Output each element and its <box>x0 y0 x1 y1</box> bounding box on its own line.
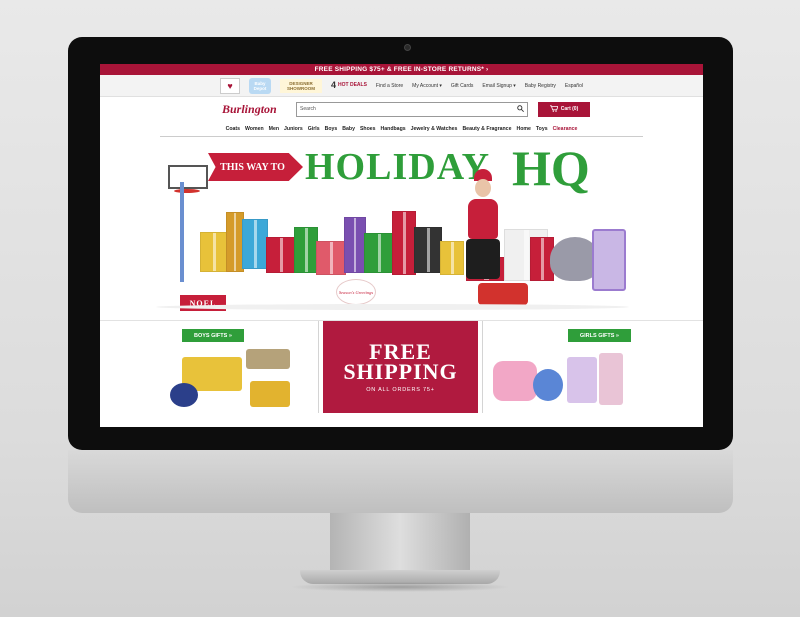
gift-box <box>440 241 464 275</box>
cart-label: Cart (0) <box>560 106 579 112</box>
free-line-2: SHIPPING <box>343 358 458 384</box>
gift-box <box>266 237 296 273</box>
girls-gifts-button[interactable]: GIRLS GIFTS » <box>567 329 631 342</box>
nav-item-jewelry-watches[interactable]: Jewelry & Watches <box>411 126 458 132</box>
free-shipping-panel[interactable]: FREE SHIPPING ON ALL ORDERS 75+ <box>323 321 478 413</box>
panel-divider <box>318 321 320 413</box>
site-header: Burlington Search Cart (0) <box>100 97 703 121</box>
red-sweater <box>468 199 498 239</box>
promo-bar[interactable]: FREE SHIPPING $75+ & FREE IN-STORE RETUR… <box>100 64 703 75</box>
cart-icon <box>549 104 559 114</box>
plush-toy <box>532 369 563 401</box>
cart-button[interactable]: Cart (0) <box>538 101 590 117</box>
girls-gifts-panel[interactable]: GIRLS GIFTS » <box>486 321 641 413</box>
espanol-link[interactable]: Español <box>565 83 583 89</box>
nav-item-women[interactable]: Women <box>245 126 264 132</box>
nav-item-beauty-fragrance[interactable]: Beauty & Fragrance <box>462 126 511 132</box>
nav-item-shoes[interactable]: Shoes <box>360 126 376 132</box>
gift-box <box>316 241 346 275</box>
woman-model <box>464 169 502 281</box>
burlington-logo[interactable]: Burlington <box>222 102 286 117</box>
toy-truck <box>478 283 528 305</box>
my-account-link[interactable]: My Account ▾ <box>412 83 442 89</box>
legs <box>466 239 500 279</box>
gift-box <box>414 227 442 273</box>
hot-deals-label: HOT DEALS <box>338 82 367 88</box>
this-way-to-sign: THIS WAY TO <box>208 153 303 181</box>
gift-box <box>242 219 268 269</box>
basketball-rim <box>174 189 200 193</box>
helicopter-toy <box>246 349 290 369</box>
main-nav: Coats Women Men Juniors Girls Boys Baby … <box>160 121 643 137</box>
boys-gifts-panel[interactable]: BOYS GIFTS » <box>160 321 315 413</box>
search-placeholder: Search <box>300 106 316 112</box>
hot-deals-number: 4 <box>331 80 337 90</box>
stand-shadow <box>290 582 510 592</box>
nav-item-clearance[interactable]: Clearance <box>553 126 578 132</box>
hero-floor-shadow <box>156 304 629 310</box>
gift-box <box>344 217 366 273</box>
nav-item-girls[interactable]: Girls <box>308 126 320 132</box>
holiday-hero-banner[interactable]: THIS WAY TO HOLIDAY HQ NOEL Season's Gre… <box>100 137 703 321</box>
utility-nav: ♥ Baby Depot DESIGNER SHOWROOM 4 HOT DEA… <box>100 75 703 97</box>
basketball-pole <box>180 182 184 282</box>
excavator-toy <box>250 381 290 407</box>
baby-registry-link[interactable]: Baby Registry <box>525 83 556 89</box>
search-icon[interactable] <box>517 104 524 114</box>
basketball-hoop-toy <box>168 165 208 189</box>
heart-icon[interactable]: ♥ <box>220 77 240 94</box>
monitor-chin <box>68 450 733 513</box>
nav-item-toys[interactable]: Toys <box>536 126 548 132</box>
promo-panels: BOYS GIFTS » FREE SHIPPING ON ALL ORDERS… <box>100 321 703 413</box>
nav-item-men[interactable]: Men <box>269 126 279 132</box>
doll-set-toy <box>566 357 597 403</box>
face <box>475 179 491 197</box>
boys-gifts-button[interactable]: BOYS GIFTS » <box>182 329 244 342</box>
fashion-doll-toy <box>598 353 623 405</box>
nav-item-handbags[interactable]: Handbags <box>381 126 406 132</box>
monitor-stand-neck <box>330 513 470 575</box>
camera-icon <box>404 44 411 51</box>
gift-box <box>200 232 228 272</box>
nav-item-home[interactable]: Home <box>516 126 530 132</box>
nav-item-juniors[interactable]: Juniors <box>284 126 303 132</box>
find-store-link[interactable]: Find a Store <box>376 83 403 89</box>
gift-box <box>364 233 394 273</box>
gift-box <box>294 227 318 273</box>
gift-box <box>392 211 416 275</box>
hero-holiday-text: HOLIDAY <box>305 146 491 188</box>
gift-cards-link[interactable]: Gift Cards <box>451 83 474 89</box>
hero-hq-text: HQ <box>512 140 590 196</box>
email-signup-link[interactable]: Email Signup ▾ <box>482 83 515 89</box>
nav-item-coats[interactable]: Coats <box>226 126 240 132</box>
browser-screen: FREE SHIPPING $75+ & FREE IN-STORE RETUR… <box>100 64 703 427</box>
seasons-greetings-plate: Season's Greetings <box>336 279 376 305</box>
designer-showroom-link[interactable]: DESIGNER SHOWROOM <box>280 78 322 93</box>
ride-on-toy <box>492 361 537 401</box>
free-shipping-subtext: ON ALL ORDERS 75+ <box>366 386 435 393</box>
nav-item-boys[interactable]: Boys <box>325 126 338 132</box>
monster-truck-toy <box>170 383 198 407</box>
hot-deals-link[interactable]: 4 HOT DEALS <box>331 80 367 90</box>
nav-item-baby[interactable]: Baby <box>342 126 355 132</box>
panel-divider <box>481 321 483 413</box>
baby-depot-logo[interactable]: Baby Depot <box>249 77 271 94</box>
search-input[interactable]: Search <box>296 101 528 117</box>
play-kitchen-toy <box>592 229 626 291</box>
